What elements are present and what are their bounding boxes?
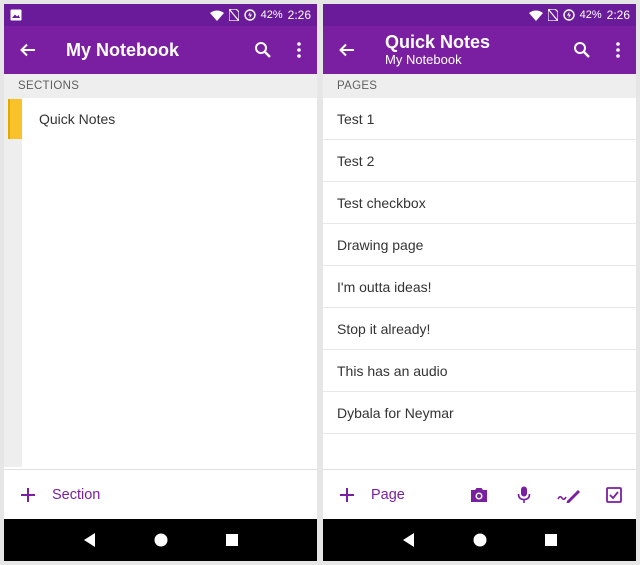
status-bar: 42% 2:26	[4, 4, 317, 26]
page-title: Quick Notes	[385, 32, 491, 52]
battery-level: 42%	[260, 9, 283, 21]
status-bar: 42% 2:26	[323, 4, 636, 26]
list-item[interactable]: Drawing page	[323, 224, 636, 266]
list-item[interactable]: I'm outta ideas!	[323, 266, 636, 308]
section-tab-strip	[4, 98, 22, 467]
triangle-back-icon	[402, 533, 414, 547]
section-color-tab	[8, 99, 22, 139]
checkbox-button[interactable]	[591, 486, 636, 503]
battery-charging-icon	[243, 9, 256, 21]
no-sim-icon	[228, 9, 239, 21]
gallery-notification-icon	[10, 9, 22, 21]
circle-home-icon	[154, 533, 167, 547]
draw-button[interactable]	[546, 487, 591, 503]
clock: 2:26	[606, 8, 630, 22]
search-icon	[574, 42, 590, 58]
sections-list: Quick Notes	[4, 98, 317, 467]
nav-home-button[interactable]	[465, 525, 495, 555]
arrow-back-icon	[20, 43, 35, 57]
add-section-button[interactable]: Section	[52, 487, 100, 503]
camera-button[interactable]	[456, 487, 501, 503]
camera-icon	[470, 487, 487, 502]
search-button[interactable]	[564, 26, 600, 74]
system-nav-bar	[323, 519, 636, 561]
wifi-icon	[209, 10, 224, 21]
back-button[interactable]	[323, 26, 371, 74]
list-item[interactable]: Dybala for Neymar	[323, 392, 636, 434]
battery-charging-icon	[562, 9, 575, 21]
list-item[interactable]: Test 2	[323, 140, 636, 182]
triangle-back-icon	[83, 533, 95, 547]
pages-header: PAGES	[323, 74, 636, 98]
add-page-button[interactable]: Page	[371, 487, 405, 503]
nav-recents-button[interactable]	[536, 525, 566, 555]
notebook-screen: 42% 2:26 My Notebook SECTIONS Quick Note…	[4, 4, 317, 561]
add-section-icon-button[interactable]	[4, 487, 52, 503]
wifi-icon	[528, 10, 543, 21]
plus-icon	[340, 487, 354, 502]
square-recents-icon	[225, 534, 238, 546]
checkbox-icon	[605, 486, 622, 503]
more-vert-icon	[616, 42, 620, 58]
sections-header: SECTIONS	[4, 74, 317, 98]
overflow-menu-button[interactable]	[600, 26, 636, 74]
page-title: My Notebook	[66, 40, 180, 60]
no-sim-icon	[547, 9, 558, 21]
back-button[interactable]	[4, 26, 52, 74]
app-bar: Quick Notes My Notebook	[323, 26, 636, 74]
list-item[interactable]: Test 1	[323, 98, 636, 140]
more-vert-icon	[297, 42, 301, 58]
square-recents-icon	[544, 534, 557, 546]
search-icon	[255, 42, 271, 58]
overflow-menu-button[interactable]	[281, 26, 317, 74]
arrow-back-icon	[339, 43, 354, 57]
list-item[interactable]: Test checkbox	[323, 182, 636, 224]
page-subtitle: My Notebook	[385, 52, 462, 67]
app-bar: My Notebook	[4, 26, 317, 74]
audio-record-button[interactable]	[501, 486, 546, 504]
nav-back-button[interactable]	[75, 525, 105, 555]
list-item[interactable]: Stop it already!	[323, 308, 636, 350]
bottom-toolbar: Section	[4, 469, 317, 519]
nav-back-button[interactable]	[394, 525, 424, 555]
clock: 2:26	[287, 8, 311, 22]
section-screen: 42% 2:26 Quick Notes My Notebook PAGES T…	[323, 4, 636, 561]
nav-recents-button[interactable]	[217, 525, 247, 555]
microphone-icon	[517, 486, 530, 503]
section-item-quick-notes[interactable]: Quick Notes	[4, 98, 317, 140]
bottom-toolbar: Page	[323, 469, 636, 519]
circle-home-icon	[473, 533, 486, 547]
add-page-icon-button[interactable]	[323, 487, 371, 503]
nav-home-button[interactable]	[146, 525, 176, 555]
pages-list: Test 1 Test 2 Test checkbox Drawing page…	[323, 98, 636, 434]
battery-level: 42%	[579, 9, 602, 21]
pen-icon	[556, 489, 580, 503]
plus-icon	[21, 487, 35, 502]
system-nav-bar	[4, 519, 317, 561]
search-button[interactable]	[245, 26, 281, 74]
list-item[interactable]: This has an audio	[323, 350, 636, 392]
section-label: Quick Notes	[39, 111, 116, 127]
